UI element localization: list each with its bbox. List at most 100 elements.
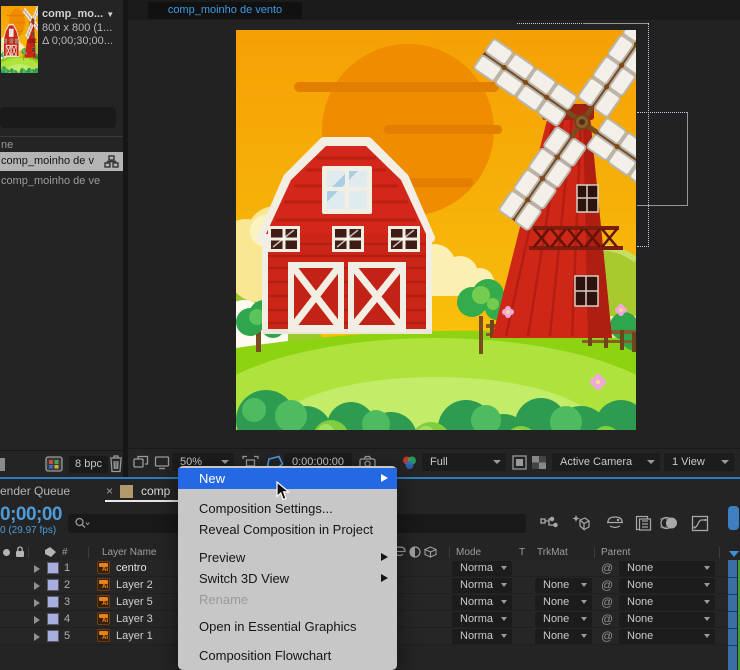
cube-3d-column-icon[interactable] <box>424 546 437 558</box>
pick-whip-icon[interactable]: @ <box>601 595 613 609</box>
number-column[interactable]: # <box>62 547 68 558</box>
mode-dropdown[interactable]: Norma <box>452 612 512 627</box>
menu-item-preview[interactable]: Preview <box>178 547 397 568</box>
layer-name-column[interactable]: Layer Name <box>102 547 156 558</box>
ai-footage-icon: Ai <box>97 595 110 608</box>
project-search-field[interactable] <box>0 107 116 128</box>
expand-arrow-icon[interactable] <box>34 599 40 607</box>
submenu-arrow-icon <box>381 574 388 582</box>
label-color-swatch[interactable] <box>47 579 59 591</box>
resolution-icon[interactable] <box>512 455 527 470</box>
menu-item-essential-graphics[interactable]: Open in Essential Graphics <box>178 616 397 637</box>
parent-dropdown[interactable]: None <box>619 612 715 627</box>
layer-name[interactable]: Layer 5 <box>116 596 153 608</box>
show-channel-icon[interactable] <box>401 455 418 471</box>
transparency-grid-icon[interactable] <box>531 455 547 470</box>
clipped-icon[interactable] <box>0 458 5 471</box>
bpc-button[interactable]: 8 bpc <box>69 456 108 473</box>
view-layout-dropdown[interactable]: 1 View <box>664 453 734 471</box>
menu-item-composition-flowchart[interactable]: Composition Flowchart <box>178 645 397 666</box>
parent-column[interactable]: Parent <box>601 547 630 558</box>
composition-thumbnail[interactable] <box>1 6 38 73</box>
trkmat-dropdown[interactable]: None <box>535 595 592 610</box>
layer-bounds-right <box>648 23 649 247</box>
bar-sep <box>728 628 737 629</box>
name-column-header[interactable]: ne <box>1 139 13 151</box>
parent-dropdown[interactable]: None <box>619 629 715 644</box>
menu-item-switch-3d-view[interactable]: Switch 3D View <box>178 568 397 589</box>
eye-icon[interactable] <box>3 549 10 556</box>
layer-name[interactable]: centro <box>116 562 147 574</box>
draft-3d-icon[interactable] <box>571 514 591 532</box>
expand-arrow-icon[interactable] <box>34 633 40 641</box>
composition-icon <box>104 155 119 168</box>
trkmat-dropdown[interactable]: None <box>535 629 592 644</box>
dropdown-arrow-icon[interactable]: ▼ <box>106 10 114 19</box>
menu-item-rename[interactable]: Rename <box>178 589 397 610</box>
trkmat-dropdown[interactable]: None <box>535 578 592 593</box>
timeline-scroll-strip[interactable] <box>727 504 740 670</box>
current-time-display[interactable]: 0;00;00 0 (29.97 fps) <box>0 504 70 538</box>
label-color-swatch[interactable] <box>47 613 59 625</box>
project-item-selected[interactable]: comp_moinho de v <box>0 152 123 171</box>
interpret-footage-icon[interactable] <box>45 456 63 472</box>
layer-number: 2 <box>64 579 70 591</box>
menu-label: Open in Essential Graphics <box>199 619 357 634</box>
pick-whip-icon[interactable]: @ <box>601 629 613 643</box>
expand-arrow-icon[interactable] <box>34 582 40 590</box>
layer-name[interactable]: Layer 3 <box>116 613 153 625</box>
label-color-swatch[interactable] <box>47 630 59 642</box>
mode-dropdown[interactable]: Norma <box>452 561 512 576</box>
mini-flowchart-icon[interactable] <box>540 516 558 531</box>
divider <box>88 547 89 558</box>
expand-arrow-icon[interactable] <box>34 565 40 573</box>
lock-icon[interactable] <box>15 546 25 558</box>
chevron-down-icon <box>704 600 710 604</box>
project-item[interactable]: comp_moinho de ve <box>1 173 124 190</box>
graph-editor-icon[interactable] <box>691 515 709 532</box>
camera-dropdown[interactable]: Active Camera <box>552 453 660 471</box>
shy-icon[interactable] <box>606 515 624 531</box>
frame-blend-icon[interactable] <box>635 515 652 531</box>
composition-viewer-panel: comp_moinho de vento 50% <box>128 0 740 478</box>
label-color-swatch[interactable] <box>47 562 59 574</box>
render-queue-tab[interactable]: ender Queue <box>0 484 70 498</box>
trash-icon[interactable] <box>109 454 123 473</box>
t-column[interactable]: T <box>519 547 525 558</box>
channel-dropdown[interactable]: Full <box>422 453 506 471</box>
always-preview-icon[interactable] <box>133 455 149 470</box>
mode-dropdown[interactable]: Norma <box>452 578 512 593</box>
project-item-title[interactable]: comp_mo... ▼ <box>42 8 114 21</box>
h-scrollbar-thumb[interactable] <box>728 506 739 530</box>
tab-close-icon[interactable]: × <box>106 484 113 498</box>
mode-column[interactable]: Mode <box>456 547 481 558</box>
pick-whip-icon[interactable]: @ <box>601 612 613 626</box>
timeline-comp-tab[interactable]: comp <box>141 484 170 498</box>
quality-column-icon[interactable] <box>409 546 421 558</box>
pick-whip-icon[interactable]: @ <box>601 578 613 592</box>
divider <box>719 547 720 558</box>
mode-dropdown[interactable]: Norma <box>452 595 512 610</box>
parent-dropdown[interactable]: None <box>619 561 715 576</box>
label-color-swatch[interactable] <box>47 596 59 608</box>
composition-canvas[interactable] <box>236 30 636 430</box>
menu-item-reveal-composition[interactable]: Reveal Composition in Project <box>178 519 397 540</box>
monitor-icon[interactable] <box>154 455 170 470</box>
parent-dropdown[interactable]: None <box>619 578 715 593</box>
divider <box>449 547 450 558</box>
layer-number: 4 <box>64 613 70 625</box>
label-icon[interactable] <box>44 546 57 558</box>
trkmat-column[interactable]: TrkMat <box>537 547 568 558</box>
parent-dropdown[interactable]: None <box>619 595 715 610</box>
layer-name[interactable]: Layer 2 <box>116 579 153 591</box>
handle-box-top <box>637 112 687 113</box>
motion-blur-icon[interactable] <box>660 515 679 531</box>
composition-tab[interactable]: comp_moinho de vento <box>148 2 302 19</box>
layer-name[interactable]: Layer 1 <box>116 630 153 642</box>
trkmat-dropdown[interactable]: None <box>535 612 592 627</box>
pick-whip-icon[interactable]: @ <box>601 561 613 575</box>
mode-dropdown[interactable]: Norma <box>452 629 512 644</box>
bar-sep <box>728 611 737 612</box>
expand-arrow-icon[interactable] <box>34 616 40 624</box>
layer-number: 5 <box>64 630 70 642</box>
